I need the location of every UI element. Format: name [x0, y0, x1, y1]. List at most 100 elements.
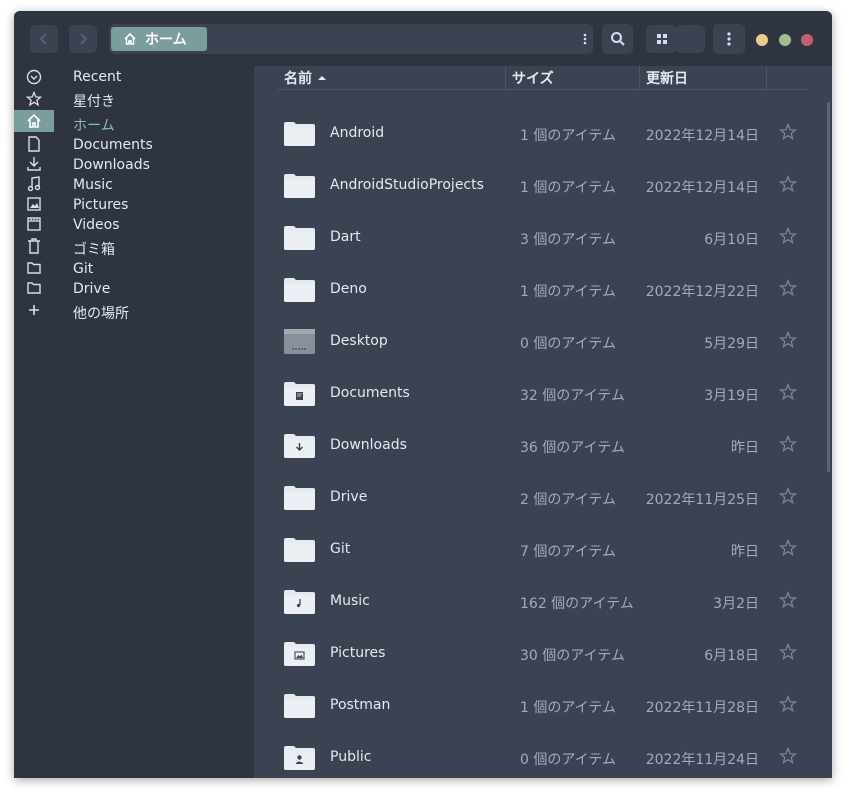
- column-name-label: 名前: [284, 70, 312, 87]
- star-icon[interactable]: [779, 123, 797, 141]
- file-size: 1 個のアイテム: [520, 284, 616, 300]
- file-size: 3 個のアイテム: [520, 232, 616, 248]
- folder-icon: [284, 538, 315, 562]
- file-modified: 昨日: [731, 440, 759, 456]
- video-icon[interactable]: [14, 213, 54, 235]
- path-bar[interactable]: ホーム: [109, 24, 593, 54]
- folder-icon: [284, 122, 315, 146]
- plus-icon[interactable]: [14, 299, 54, 321]
- star-icon[interactable]: [779, 227, 797, 245]
- star-icon[interactable]: [779, 331, 797, 349]
- sidebar-item-drive[interactable]: Drive: [73, 281, 110, 297]
- file-row[interactable]: Documents 32 個のアイテム 3月19日: [278, 370, 807, 422]
- minimize-button[interactable]: [756, 34, 768, 46]
- sidebar-item-home[interactable]: ホーム: [73, 115, 115, 135]
- breadcrumb-home[interactable]: ホーム: [111, 27, 207, 51]
- file-modified: 2022年11月28日: [645, 700, 759, 716]
- document-folder-icon: [284, 382, 315, 406]
- file-row[interactable]: Git 7 個のアイテム 昨日: [278, 526, 807, 578]
- star-icon[interactable]: [779, 279, 797, 297]
- column-header-modified[interactable]: 更新日: [646, 66, 764, 89]
- breadcrumb-label: ホーム: [145, 32, 187, 48]
- file-modified: 2022年12月14日: [645, 128, 759, 144]
- file-row[interactable]: Dart 3 個のアイテム 6月10日: [278, 214, 807, 266]
- music-folder-icon: [284, 590, 315, 614]
- sidebar-item-music[interactable]: Music: [73, 177, 113, 193]
- star-icon[interactable]: [779, 539, 797, 557]
- file-row[interactable]: Android 1 個のアイテム 2022年12月14日: [278, 110, 807, 162]
- folder-icon: [284, 174, 315, 198]
- kebab-menu-icon: [583, 33, 587, 45]
- file-row[interactable]: Deno 1 個のアイテム 2022年12月22日: [278, 266, 807, 318]
- sidebar-item-trash[interactable]: ゴミ箱: [73, 239, 115, 259]
- maximize-button[interactable]: [779, 34, 791, 46]
- star-icon[interactable]: [779, 643, 797, 661]
- sidebar-item-other-locations[interactable]: 他の場所: [73, 303, 129, 323]
- sidebar-item-downloads[interactable]: Downloads: [73, 157, 150, 173]
- file-row[interactable]: Drive 2 個のアイテム 2022年11月25日: [278, 474, 807, 526]
- star-icon[interactable]: [779, 747, 797, 765]
- file-row[interactable]: Downloads 36 個のアイテム 昨日: [278, 422, 807, 474]
- column-separator: [766, 66, 767, 89]
- picture-folder-icon: [284, 642, 315, 666]
- chevron-left-icon: [39, 33, 47, 45]
- header-divider: [278, 89, 807, 90]
- view-options-button[interactable]: [676, 25, 705, 53]
- file-row[interactable]: Music 162 個のアイテム 3月2日: [278, 578, 807, 630]
- star-icon[interactable]: [14, 88, 54, 110]
- star-icon[interactable]: [779, 383, 797, 401]
- download-icon[interactable]: [14, 153, 54, 175]
- file-row[interactable]: AndroidStudioProjects 1 個のアイテム 2022年12月14日: [278, 162, 807, 214]
- document-icon[interactable]: [14, 133, 54, 155]
- folder-icon: [284, 694, 315, 718]
- sidebar-item-videos[interactable]: Videos: [73, 217, 120, 233]
- trash-icon[interactable]: [14, 235, 54, 257]
- file-row[interactable]: Desktop 0 個のアイテム 5月29日: [278, 318, 807, 370]
- back-button[interactable]: [30, 25, 58, 53]
- recent-icon[interactable]: [14, 66, 54, 88]
- path-menu-button[interactable]: [581, 30, 589, 48]
- file-size: 2 個のアイテム: [520, 492, 616, 508]
- chevron-right-icon: [80, 33, 88, 45]
- column-modified-label: 更新日: [646, 70, 688, 87]
- file-modified: 3月19日: [704, 388, 759, 404]
- view-toggle-button[interactable]: [646, 25, 677, 53]
- sidebar-item-pictures[interactable]: Pictures: [73, 197, 128, 213]
- scrollbar[interactable]: [827, 102, 830, 472]
- desktop-folder-icon: [284, 329, 315, 354]
- music-icon[interactable]: [14, 173, 54, 195]
- search-icon: [610, 32, 625, 46]
- file-modified: 2022年11月24日: [645, 752, 759, 768]
- sidebar-item-starred[interactable]: 星付き: [73, 91, 115, 111]
- file-size: 162 個のアイテム: [520, 596, 634, 612]
- column-header-name[interactable]: 名前: [284, 66, 504, 89]
- home-icon: [124, 32, 136, 45]
- forward-button[interactable]: [69, 25, 97, 53]
- column-separator: [505, 66, 506, 89]
- column-header-size[interactable]: サイズ: [512, 66, 638, 89]
- folder-icon[interactable]: [14, 257, 54, 279]
- file-row[interactable]: Pictures 30 個のアイテム 6月18日: [278, 630, 807, 682]
- star-icon[interactable]: [779, 175, 797, 193]
- picture-icon[interactable]: [14, 193, 54, 215]
- close-button[interactable]: [801, 34, 813, 46]
- home-icon[interactable]: [14, 110, 54, 132]
- file-name: AndroidStudioProjects: [330, 177, 484, 193]
- star-icon[interactable]: [779, 435, 797, 453]
- file-size: 32 個のアイテム: [520, 388, 625, 404]
- file-row[interactable]: Public 0 個のアイテム 2022年11月24日: [278, 734, 807, 778]
- sidebar-item-git[interactable]: Git: [73, 261, 93, 277]
- folder-icon[interactable]: [14, 277, 54, 299]
- star-icon[interactable]: [779, 487, 797, 505]
- grid-view-icon: [656, 34, 667, 44]
- star-icon[interactable]: [779, 695, 797, 713]
- file-row[interactable]: Postman 1 個のアイテム 2022年11月28日: [278, 682, 807, 734]
- sidebar-item-documents[interactable]: Documents: [73, 137, 153, 153]
- main-menu-button[interactable]: [713, 24, 745, 54]
- sidebar-item-recent[interactable]: Recent: [73, 69, 121, 85]
- star-icon[interactable]: [779, 591, 797, 609]
- file-name: Desktop: [330, 333, 388, 349]
- file-modified: 2022年12月22日: [645, 284, 759, 300]
- file-size: 30 個のアイテム: [520, 648, 625, 664]
- search-button[interactable]: [602, 24, 633, 54]
